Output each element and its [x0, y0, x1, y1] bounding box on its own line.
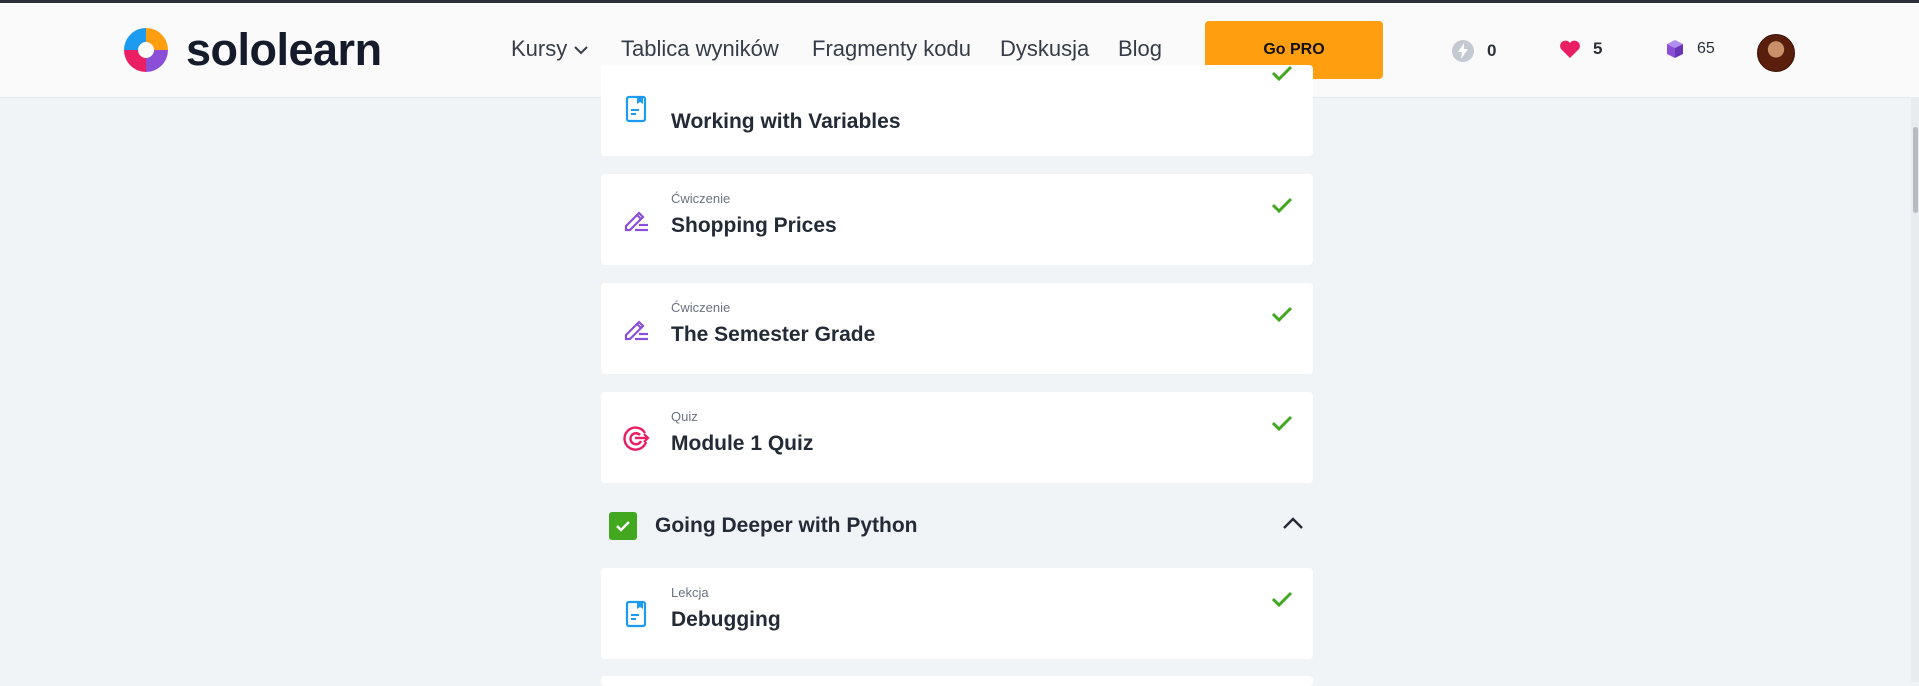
streak-count: 0	[1487, 41, 1497, 60]
sololearn-logo-icon	[124, 28, 168, 72]
checkmark-icon	[1271, 65, 1293, 82]
sololearn-logo[interactable]: sololearn	[120, 24, 382, 76]
card-type-label: Quiz	[671, 409, 698, 424]
lesson-title: Working with Variables	[671, 110, 901, 133]
module-header[interactable]: Going Deeper with Python	[601, 506, 1313, 546]
card-type-label: Ćwiczenie	[671, 300, 731, 315]
card-type-label: Ćwiczenie	[671, 191, 731, 206]
lesson-card[interactable]: Lekcja Debugging	[601, 568, 1313, 659]
checkmark-icon	[1271, 415, 1293, 432]
quiz-title: Module 1 Quiz	[671, 432, 814, 455]
nav-item-code-snippets[interactable]: Fragmenty kodu	[812, 36, 971, 62]
lesson-icon	[625, 600, 647, 628]
nav-item-courses[interactable]: Kursy	[511, 36, 589, 62]
heart-icon	[1559, 39, 1581, 59]
scrollbar-thumb[interactable]	[1913, 127, 1918, 213]
pencil-icon	[624, 211, 648, 232]
exercise-card[interactable]: Ćwiczenie The Semester Grade	[601, 283, 1313, 374]
hearts-counter[interactable]: 5	[1559, 39, 1602, 59]
nav-item-courses-label: Kursy	[511, 36, 568, 61]
target-icon	[623, 426, 650, 451]
logo-text: sololearn	[186, 24, 382, 75]
checkmark-icon	[616, 521, 630, 532]
next-card[interactable]	[601, 676, 1313, 686]
exercise-title: The Semester Grade	[671, 323, 876, 346]
chevron-down-icon	[574, 46, 588, 55]
exercise-card[interactable]: Ćwiczenie Shopping Prices	[601, 174, 1313, 265]
bits-count: 65	[1697, 40, 1715, 57]
checkmark-icon	[1271, 197, 1293, 214]
nav-item-leaderboard[interactable]: Tablica wyników	[621, 36, 779, 62]
chevron-up-icon[interactable]	[1282, 516, 1304, 530]
cube-icon	[1665, 39, 1685, 59]
quiz-card[interactable]: Quiz Module 1 Quiz	[601, 392, 1313, 483]
pencil-icon	[624, 320, 648, 341]
lightning-icon	[1451, 39, 1475, 63]
lesson-card[interactable]: Working with Variables	[601, 65, 1313, 156]
user-avatar[interactable]	[1757, 34, 1795, 72]
lesson-title: Debugging	[671, 608, 781, 631]
module-completed-badge	[609, 512, 637, 540]
bits-counter[interactable]: 65	[1665, 39, 1715, 59]
hearts-count: 5	[1593, 39, 1603, 58]
streak-counter[interactable]: 0	[1451, 39, 1496, 63]
module-title: Going Deeper with Python	[655, 514, 918, 537]
checkmark-icon	[1271, 306, 1293, 323]
lesson-icon	[625, 95, 647, 123]
nav-item-blog[interactable]: Blog	[1118, 36, 1162, 62]
checkmark-icon	[1271, 591, 1293, 608]
exercise-title: Shopping Prices	[671, 214, 837, 237]
card-type-label: Lekcja	[671, 585, 709, 600]
nav-item-discussion[interactable]: Dyskusja	[1000, 36, 1089, 62]
